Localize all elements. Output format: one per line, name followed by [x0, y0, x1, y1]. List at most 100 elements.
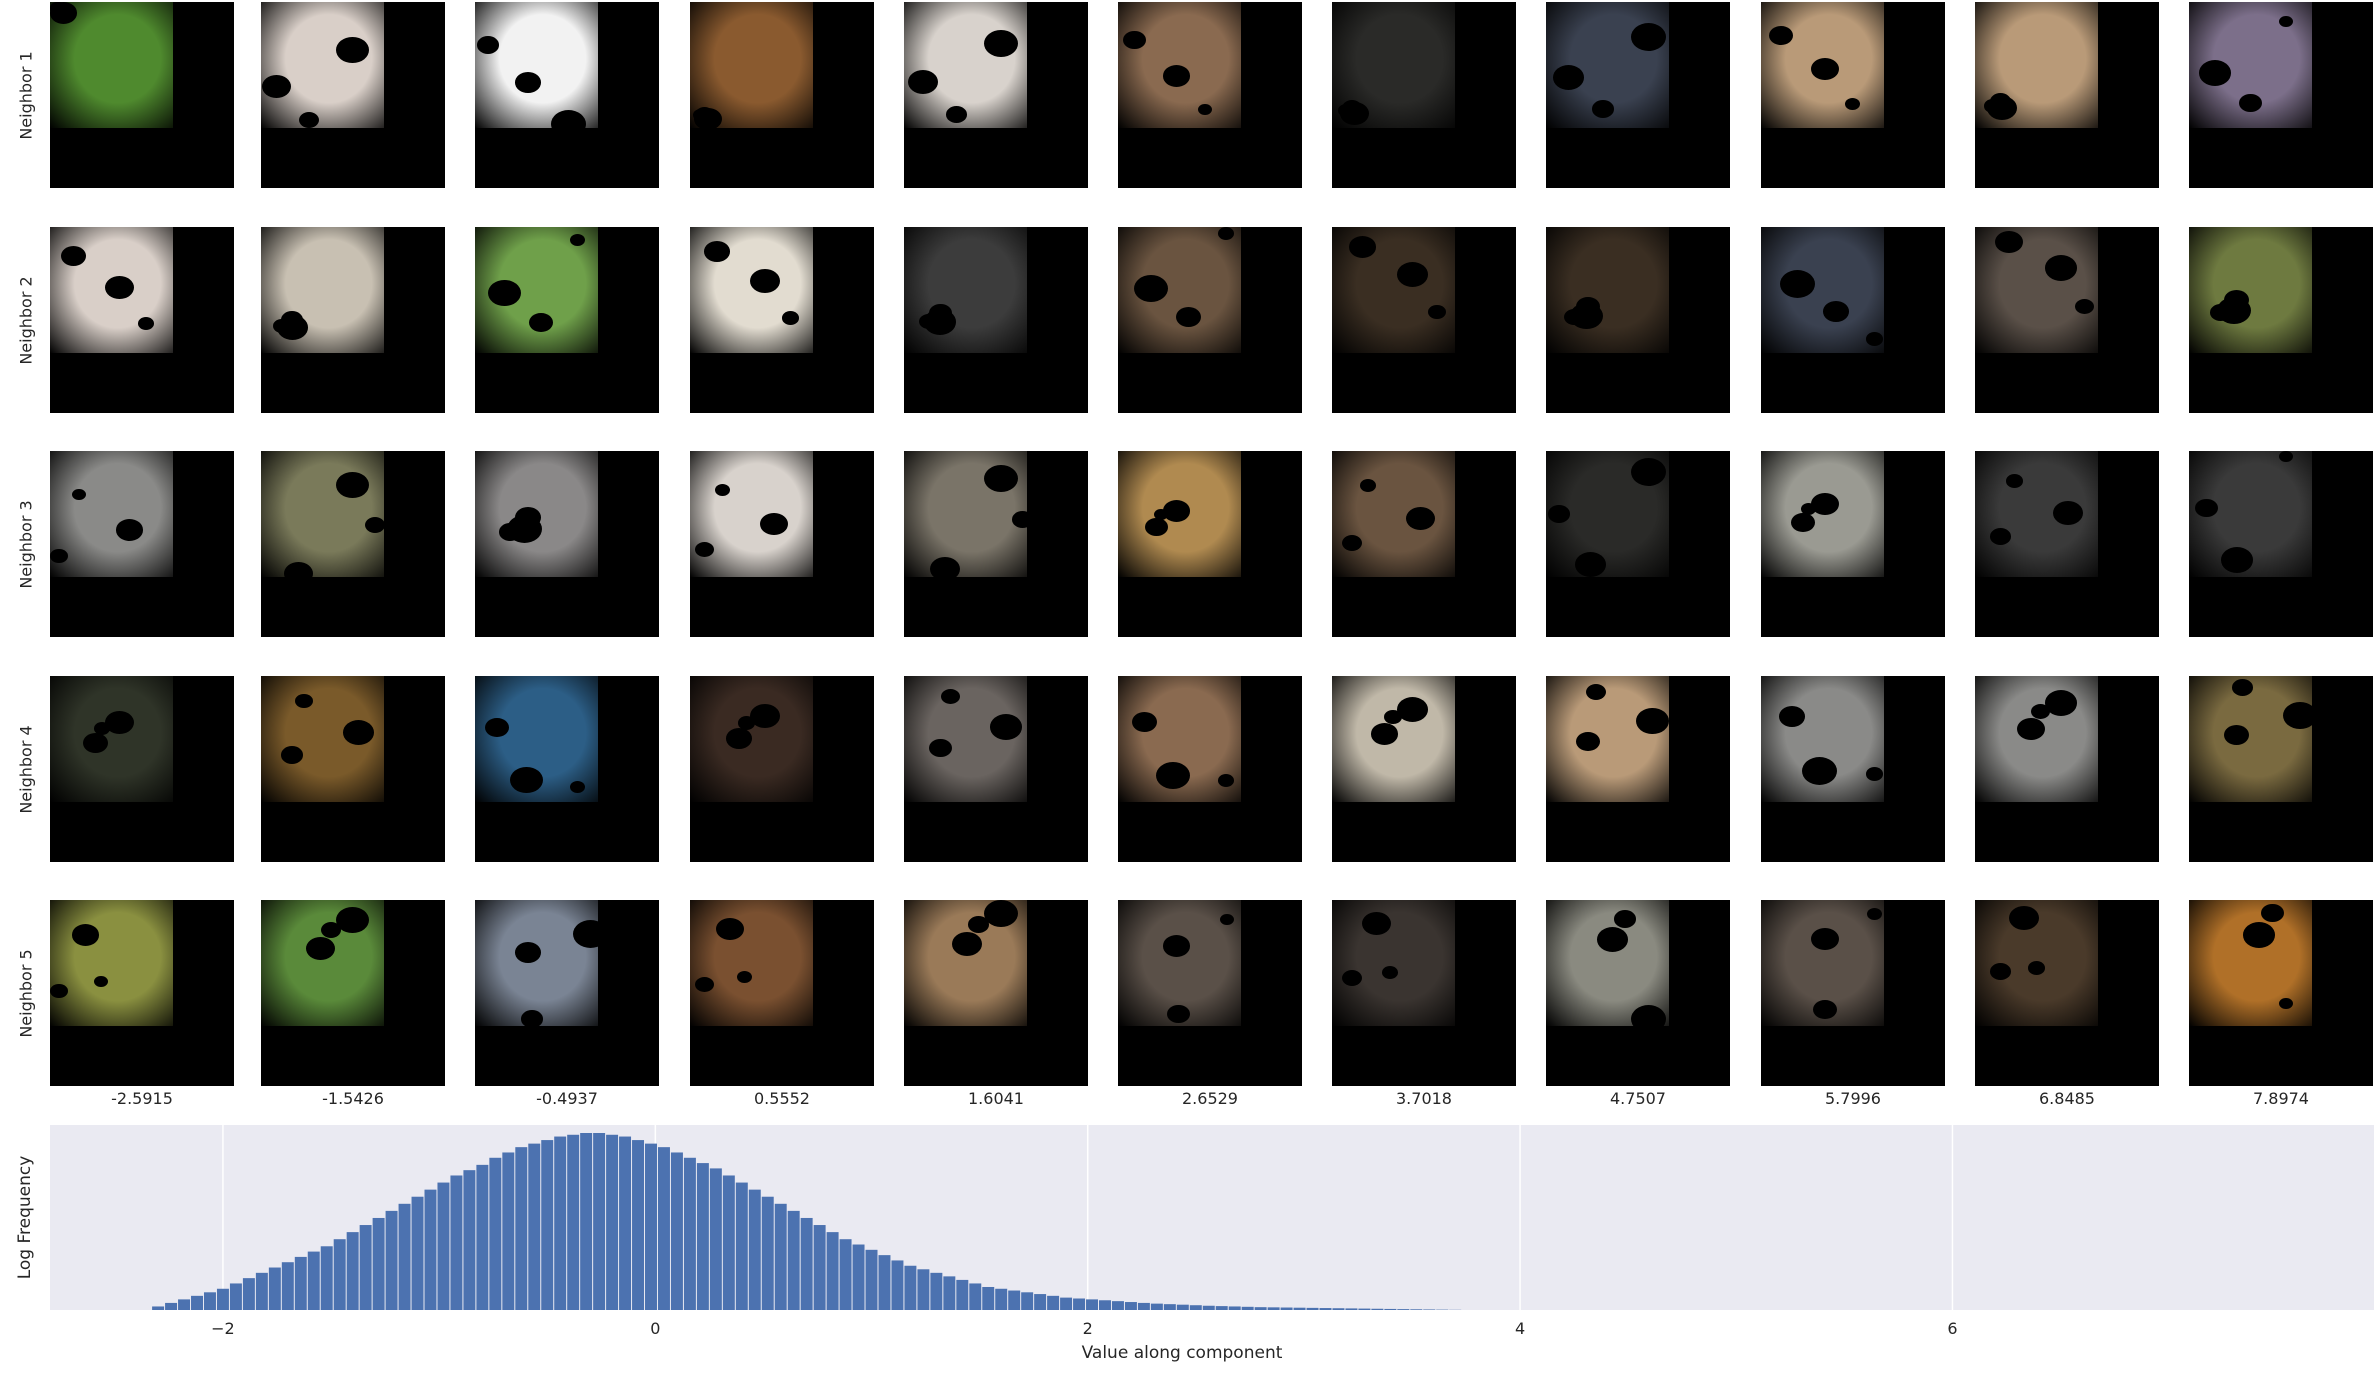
mask-hole [946, 106, 967, 123]
mask-hole [1342, 100, 1362, 116]
mask-hole [515, 72, 541, 93]
mask-hole [1342, 970, 1362, 986]
mask-hole [1811, 493, 1839, 516]
mask-hole [61, 246, 86, 266]
mask-hole [929, 739, 952, 758]
mask-hole [2279, 451, 2293, 463]
mask-hole [2221, 547, 2253, 573]
mask-hole [2232, 679, 2253, 696]
masked-image-patch [690, 227, 813, 353]
mask-hole [1576, 297, 1600, 317]
mask-hole [515, 507, 541, 528]
mask-hole [1163, 500, 1190, 522]
mask-hole [2006, 474, 2023, 488]
mask-hole [716, 918, 744, 941]
x-tick-label: 6 [1947, 1319, 1957, 1338]
histogram-bar [281, 1262, 294, 1310]
neighbor-thumbnail [1761, 451, 1945, 637]
mask-hole [1382, 966, 1398, 979]
neighbor-thumbnail [1546, 227, 1730, 413]
mask-hole [336, 37, 369, 64]
mask-hole [1597, 927, 1628, 952]
mask-hole [1548, 505, 1570, 523]
histogram-bar [619, 1136, 632, 1310]
row-label: Neighbor 4 [16, 725, 36, 814]
mask-hole [941, 689, 960, 705]
masked-image-patch [261, 900, 384, 1026]
neighbor-thumbnail [261, 227, 445, 413]
mask-hole [1631, 458, 1666, 486]
mask-hole [1575, 552, 1606, 577]
mask-hole [984, 30, 1018, 58]
mask-hole [281, 311, 303, 329]
masked-image-patch [904, 2, 1027, 128]
masked-image-patch [1118, 451, 1241, 577]
histogram-bar [385, 1210, 398, 1310]
histogram-bar [1397, 1309, 1410, 1310]
mask-hole [2009, 906, 2039, 930]
histogram-bar [1189, 1305, 1202, 1310]
mask-hole [2045, 255, 2077, 281]
masked-image-patch [690, 451, 813, 577]
mask-hole [2199, 60, 2231, 86]
histogram-chart: −2 0 2 4 6 Value along component Log Frequency [15, 1125, 2374, 1363]
column-value-label: -0.4937 [536, 1089, 598, 1108]
mask-hole [1220, 914, 1234, 926]
neighbor-thumbnail [50, 2, 234, 188]
neighbor-thumbnail [904, 227, 1088, 413]
mask-hole [2279, 16, 2293, 28]
mask-hole [343, 720, 374, 745]
histogram-bar [969, 1283, 982, 1310]
histogram-bar [722, 1175, 735, 1310]
mask-hole [1990, 528, 2011, 545]
histogram-bar [359, 1225, 372, 1310]
neighbor-thumbnail [50, 451, 234, 637]
masked-image-patch [50, 227, 173, 353]
masked-image-patch [2189, 2, 2312, 128]
mask-hole [760, 513, 788, 536]
histogram-bar [1163, 1304, 1176, 1310]
mask-hole [336, 907, 369, 934]
mask-hole [477, 36, 499, 54]
mask-hole [1631, 1005, 1666, 1026]
mask-hole [1990, 93, 2011, 110]
masked-image-patch [2189, 676, 2312, 802]
neighbor-thumbnail [475, 227, 659, 413]
neighbor-thumbnail [1332, 451, 1516, 637]
masked-image-patch [1761, 900, 1884, 1026]
mask-hole [2243, 922, 2275, 948]
mask-hole [930, 557, 960, 577]
masked-image-patch [475, 676, 598, 802]
histogram-bar [1241, 1306, 1254, 1310]
row-label: Neighbor 1 [16, 51, 36, 140]
masked-image-patch [904, 676, 1027, 802]
mask-hole [1406, 507, 1435, 531]
mask-hole [1371, 723, 1398, 745]
mask-hole [284, 562, 313, 577]
mask-hole [1845, 98, 1860, 110]
neighbor-thumbnail [1761, 227, 1945, 413]
histogram-bar [463, 1170, 476, 1310]
histogram-bar [657, 1147, 670, 1310]
histogram-bar [567, 1134, 580, 1310]
neighbor-thumbnail [50, 900, 234, 1086]
mask-hole [1631, 23, 1666, 51]
mask-hole [2224, 725, 2249, 745]
histogram-bar [580, 1133, 593, 1310]
histogram-bar [1371, 1308, 1384, 1310]
mask-hole [1428, 305, 1446, 320]
histogram-bar [904, 1265, 917, 1310]
mask-hole [1397, 697, 1428, 722]
histogram-bar [152, 1306, 165, 1310]
neighbor-thumbnail [475, 676, 659, 862]
column-value-label: 3.7018 [1396, 1089, 1452, 1108]
mask-hole [50, 549, 68, 564]
mask-hole [299, 112, 319, 128]
mask-hole [50, 984, 68, 999]
histogram-bar [541, 1140, 554, 1310]
histogram-bar [1384, 1308, 1397, 1310]
x-axis-label: Value along component [1082, 1343, 1283, 1363]
column-value-label: 5.7996 [1825, 1089, 1881, 1108]
histogram-bar [606, 1134, 619, 1310]
mask-hole [138, 317, 154, 330]
